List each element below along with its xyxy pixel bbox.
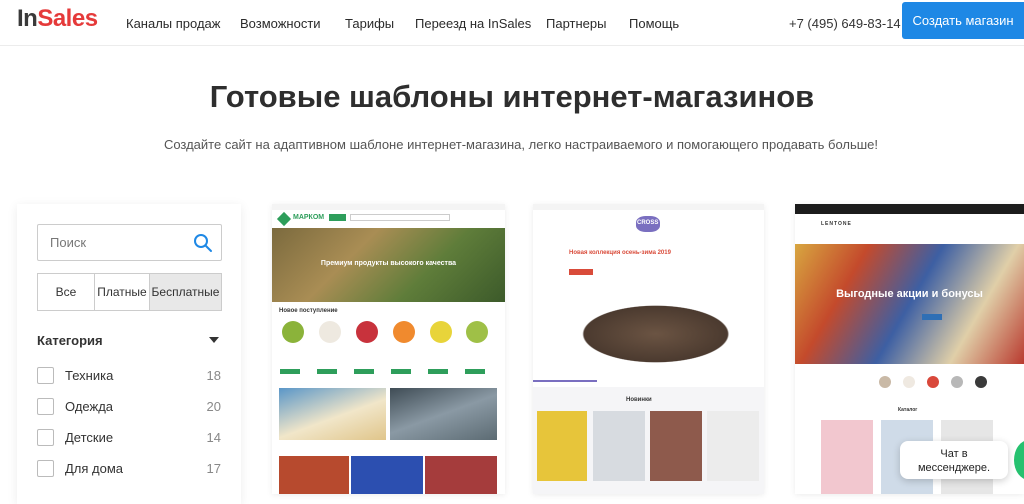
category-count: 18: [206, 368, 221, 383]
product-thumb: [537, 411, 587, 481]
phone-number[interactable]: +7 (495) 649-83-14: [789, 16, 901, 31]
markom-logo-icon: [276, 211, 292, 227]
category-label: Детские: [65, 430, 114, 445]
template-card-markom[interactable]: МАРКОМ Премиум продукты высокого качеств…: [272, 204, 505, 494]
mini-topbar: [272, 204, 505, 210]
category-item[interactable]: Одежда 20: [37, 398, 222, 418]
promo-image-berries: [351, 456, 423, 494]
template-brand: LENTONE: [821, 221, 852, 227]
product-thumb: [393, 321, 415, 343]
product-thumb: [650, 411, 702, 481]
nav-pricing[interactable]: Тарифы: [345, 16, 394, 31]
template-banner-text: Новая коллекция осень-зима 2019: [569, 250, 671, 256]
mini-buy-button: [317, 369, 337, 374]
create-store-button[interactable]: Создать магазин: [902, 2, 1024, 39]
product-thumb: [430, 321, 452, 343]
mini-buy-button: [391, 369, 411, 374]
product-thumb: [466, 321, 488, 343]
nav-migration[interactable]: Переезд на InSales: [415, 16, 531, 31]
category-label: Для дома: [65, 461, 124, 476]
template-banner-text: Премиум продукты высокого качества: [320, 260, 457, 267]
category-title: Категория: [37, 333, 103, 348]
segment-free[interactable]: Бесплатные: [150, 274, 221, 310]
checkbox[interactable]: [37, 367, 54, 384]
category-count: 17: [206, 461, 221, 476]
mini-buy-button: [280, 369, 300, 374]
checkbox[interactable]: [37, 460, 54, 477]
promo-image-vegetables: [279, 456, 349, 494]
mini-buy-button: [465, 369, 485, 374]
template-banner-text: Выгодные акции и бонусы: [836, 288, 983, 300]
category-item[interactable]: Для дома 17: [37, 460, 222, 480]
logo-sales: Sales: [37, 5, 98, 32]
messenger-chat-bubble[interactable]: Чат в мессенджере.: [900, 441, 1008, 479]
category-thumb: [975, 376, 987, 388]
mini-buy-button: [354, 369, 374, 374]
page-title: Готовые шаблоны интернет-магазинов: [209, 79, 815, 114]
page-subtitle: Создайте сайт на адаптивном шаблоне инте…: [163, 137, 879, 152]
category-thumb: [927, 376, 939, 388]
promo-image-cake: [279, 388, 386, 440]
checkbox[interactable]: [37, 398, 54, 415]
category-count: 14: [206, 430, 221, 445]
chat-line-2: мессенджере.: [917, 462, 991, 474]
mini-banner-button: [922, 314, 942, 320]
search-input[interactable]: [38, 225, 188, 260]
product-thumb: [821, 420, 873, 494]
promo-image-meat: [425, 456, 497, 494]
logo-in: In: [17, 5, 38, 32]
template-section-title: Новинки: [626, 397, 652, 403]
category-thumb: [879, 376, 891, 388]
product-thumb: [282, 321, 304, 343]
promo-image-fish: [390, 388, 497, 440]
product-thumb: [319, 321, 341, 343]
segment-all[interactable]: Все: [38, 274, 95, 310]
mini-topbar: [533, 204, 764, 210]
mini-search-field: [350, 214, 450, 221]
product-thumb: [707, 411, 759, 481]
search-icon[interactable]: [193, 233, 213, 253]
filter-panel: Все Платные Бесплатные Категория Техника…: [17, 204, 241, 504]
template-section-title: Каталог: [898, 407, 918, 413]
category-label: Одежда: [65, 399, 114, 414]
category-thumb: [951, 376, 963, 388]
mini-topbar: [795, 204, 1024, 214]
category-item[interactable]: Техника 18: [37, 367, 222, 387]
mini-shop-button: [569, 269, 593, 275]
site-header: InSales Каналы продаж Возможности Тарифы…: [0, 0, 1024, 46]
mini-catalog-button: [329, 214, 346, 221]
product-thumb: [356, 321, 378, 343]
category-item[interactable]: Детские 14: [37, 429, 222, 449]
checkbox[interactable]: [37, 429, 54, 446]
segment-paid[interactable]: Платные: [95, 274, 150, 310]
template-brand: CROSS: [637, 220, 659, 226]
price-filter-segments: Все Платные Бесплатные: [37, 273, 222, 311]
template-banner-image: [795, 244, 1024, 364]
nav-features[interactable]: Возможности: [240, 16, 321, 31]
nav-sales-channels[interactable]: Каналы продаж: [126, 16, 220, 31]
insales-logo[interactable]: InSales: [17, 5, 98, 33]
category-header[interactable]: Категория: [37, 333, 222, 348]
chat-line-1: Чат в: [940, 448, 968, 460]
nav-partners[interactable]: Партнеры: [546, 16, 606, 31]
search-box: [37, 224, 222, 261]
template-section-title: Новое поступление: [279, 308, 338, 314]
category-label: Техника: [65, 368, 114, 383]
mini-buy-button: [428, 369, 448, 374]
caret-down-icon: [209, 337, 219, 343]
template-brand: МАРКОМ: [293, 214, 325, 221]
category-count: 20: [206, 399, 221, 414]
sneaker-image: [543, 290, 748, 370]
nav-help[interactable]: Помощь: [629, 16, 679, 31]
slider-progress: [533, 380, 597, 382]
category-thumb: [903, 376, 915, 388]
product-thumb: [593, 411, 645, 481]
template-card-cross[interactable]: CROSS Новая коллекция осень-зима 2019 Но…: [533, 204, 764, 494]
